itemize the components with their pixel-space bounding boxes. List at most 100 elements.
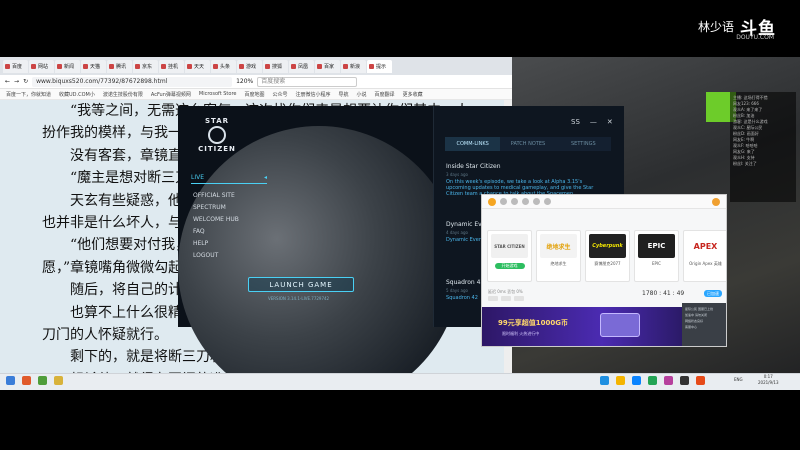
minimize-icon[interactable]: —: [590, 118, 597, 126]
back-icon[interactable]: ←: [5, 78, 10, 85]
tab-patch-notes[interactable]: PATCH NOTES: [500, 137, 556, 151]
tab-label: 头条: [220, 63, 231, 70]
mode-button[interactable]: [514, 296, 524, 301]
bookmarks-bar: 百度一下，你就知道 收藏UD.COM小 波诺生技股份有限 AcFun弹幕视频网 Micr…: [0, 89, 512, 100]
browser-tab-bar: 百度 网站 新闻 天猫 腾讯 京东 挂机 天天 头条 游戏 搜狐 凤凰 百家 新浪 提示: [0, 57, 512, 75]
bookmark-item[interactable]: 公众号: [272, 91, 287, 98]
browser-tab[interactable]: 挂机: [159, 59, 184, 73]
promo-banner[interactable]: 99元享超值1000G币 限时福利 火热进行中: [482, 307, 682, 346]
chat-overlay: 主播: 这场打得不错 网友123: 666 观众A: 来了来了 粉丝B: 加油 游客: …: [730, 92, 796, 202]
store-side-panel: 星际公民 国服已上线 加速中 请勿关闭 网络状态良好 客服中心: [682, 303, 726, 346]
menu-help[interactable]: HELP: [193, 240, 208, 247]
game-cards: STAR CITIZEN 开始游戏 绝地求生 绝地求生 Cyberpunk 赛博…: [487, 230, 726, 282]
browser-tab[interactable]: 头条: [211, 59, 236, 73]
menu-spectrum[interactable]: SPECTRUM: [193, 204, 226, 211]
app-icon[interactable]: [632, 376, 641, 385]
browser-tab[interactable]: 百家: [315, 59, 340, 73]
browser-tab[interactable]: 提示: [367, 59, 392, 73]
tab-label: 提示: [376, 63, 387, 70]
browser-tab[interactable]: 游戏: [237, 59, 262, 73]
menu-welcome-hub[interactable]: WELCOME HUB: [193, 216, 239, 223]
refresh-icon[interactable]: ↻: [23, 78, 28, 85]
game-card[interactable]: Cyberpunk 赛博朋克2077: [585, 230, 630, 282]
browser-tab[interactable]: 搜狐: [263, 59, 288, 73]
game-card[interactable]: APEX Origin Apex 英雄: [683, 230, 726, 282]
news-title[interactable]: Squadron 42: [446, 279, 484, 286]
start-icon[interactable]: [6, 376, 15, 385]
tray-clock[interactable]: 0:17 2021/9/13: [758, 374, 779, 386]
bookmark-item[interactable]: 百度一下，你就知道: [6, 91, 51, 98]
bookmark-item[interactable]: 导航: [339, 91, 349, 98]
game-card[interactable]: 绝地求生 绝地求生: [536, 230, 581, 282]
close-icon[interactable]: ✕: [607, 118, 613, 126]
game-accelerator-window: STAR CITIZEN 开始游戏 绝地求生 绝地求生 Cyberpunk 赛博…: [481, 194, 727, 347]
search-input[interactable]: 百度搜索: [257, 76, 358, 87]
gift-icon[interactable]: [533, 198, 540, 205]
live-channel-select[interactable]: LIVE ◂: [191, 174, 267, 184]
home-icon[interactable]: [500, 198, 507, 205]
menu-official-site[interactable]: OFFICIAL SITE: [193, 192, 235, 199]
tab-label: 挂机: [168, 63, 179, 70]
bookmark-item[interactable]: 更多收藏: [403, 91, 423, 98]
bookmark-item[interactable]: Microsoft Store: [199, 91, 237, 97]
browser-tab[interactable]: 腾讯: [107, 59, 132, 73]
accelerate-button[interactable]: 已加速: [704, 290, 722, 297]
app-icon[interactable]: [38, 376, 47, 385]
games-icon[interactable]: [511, 198, 518, 205]
store-icon[interactable]: [522, 198, 529, 205]
bookmark-item[interactable]: 百度地图: [244, 91, 264, 98]
browser-tab[interactable]: 天天: [185, 59, 210, 73]
game-art: Cyberpunk: [589, 234, 626, 258]
app-icon[interactable]: [22, 376, 31, 385]
app-icon[interactable]: [648, 376, 657, 385]
game-name: 赛博朋克2077: [594, 261, 621, 266]
game-card[interactable]: STAR CITIZEN 开始游戏: [487, 230, 532, 282]
bookmark-item[interactable]: 小说: [357, 91, 367, 98]
bookmark-item[interactable]: 收藏UD.COM小: [59, 91, 95, 98]
menu-faq[interactable]: FAQ: [193, 228, 205, 235]
mode-button[interactable]: [501, 296, 511, 301]
tab-label: 新浪: [350, 63, 361, 70]
bookmark-item[interactable]: 波诺生技股份有限: [103, 91, 143, 98]
game-card[interactable]: EPIC EPIC: [634, 230, 679, 282]
zoom-level[interactable]: 120%: [236, 78, 253, 85]
app-icon[interactable]: [616, 376, 625, 385]
app-icon[interactable]: [696, 376, 705, 385]
settings-shortcut[interactable]: SS: [571, 118, 580, 126]
app-icon[interactable]: [54, 376, 63, 385]
tab-label: 京东: [142, 63, 153, 70]
favicon-icon: [57, 63, 62, 69]
app-icon[interactable]: [680, 376, 689, 385]
tools-icon[interactable]: [544, 198, 551, 205]
url-bar[interactable]: www.biquxs520.com/77392/87672898.html: [32, 76, 233, 87]
bookmark-item[interactable]: 注册微信小程序: [296, 91, 331, 98]
browser-tab[interactable]: 百度: [3, 59, 28, 73]
tab-label: 凤凰: [298, 63, 309, 70]
launch-game-button[interactable]: LAUNCH GAME: [248, 277, 354, 292]
live-label: LIVE: [191, 174, 205, 181]
browser-tab[interactable]: 凤凰: [289, 59, 314, 73]
bookmark-item[interactable]: 百度翻译: [375, 91, 395, 98]
game-art: APEX: [687, 234, 724, 258]
start-game-button[interactable]: 开始游戏: [494, 263, 525, 269]
tab-settings[interactable]: SETTINGS: [555, 137, 611, 151]
mode-button[interactable]: [488, 296, 498, 301]
menu-logout[interactable]: LOGOUT: [193, 252, 218, 259]
browser-tab[interactable]: 网站: [29, 59, 54, 73]
avatar[interactable]: [712, 197, 720, 206]
game-name: 绝地求生: [550, 261, 567, 266]
app-icon[interactable]: [664, 376, 673, 385]
news-title[interactable]: Inside Star Citizen: [446, 163, 501, 170]
forward-icon[interactable]: →: [14, 78, 19, 85]
tab-comm-links[interactable]: COMM-LINKS: [445, 137, 501, 151]
bookmark-item[interactable]: AcFun弹幕视频网: [151, 91, 191, 98]
input-language[interactable]: ENG: [734, 377, 743, 382]
browser-tab[interactable]: 京东: [133, 59, 158, 73]
mode-buttons: [488, 296, 524, 301]
game-art: 绝地求生: [540, 234, 577, 258]
browser-tab[interactable]: 新闻: [55, 59, 80, 73]
browser-tab[interactable]: 新浪: [341, 59, 366, 73]
browser-tab[interactable]: 天猫: [81, 59, 106, 73]
app-icon[interactable]: [600, 376, 609, 385]
side-line: 客服中心: [685, 325, 698, 329]
